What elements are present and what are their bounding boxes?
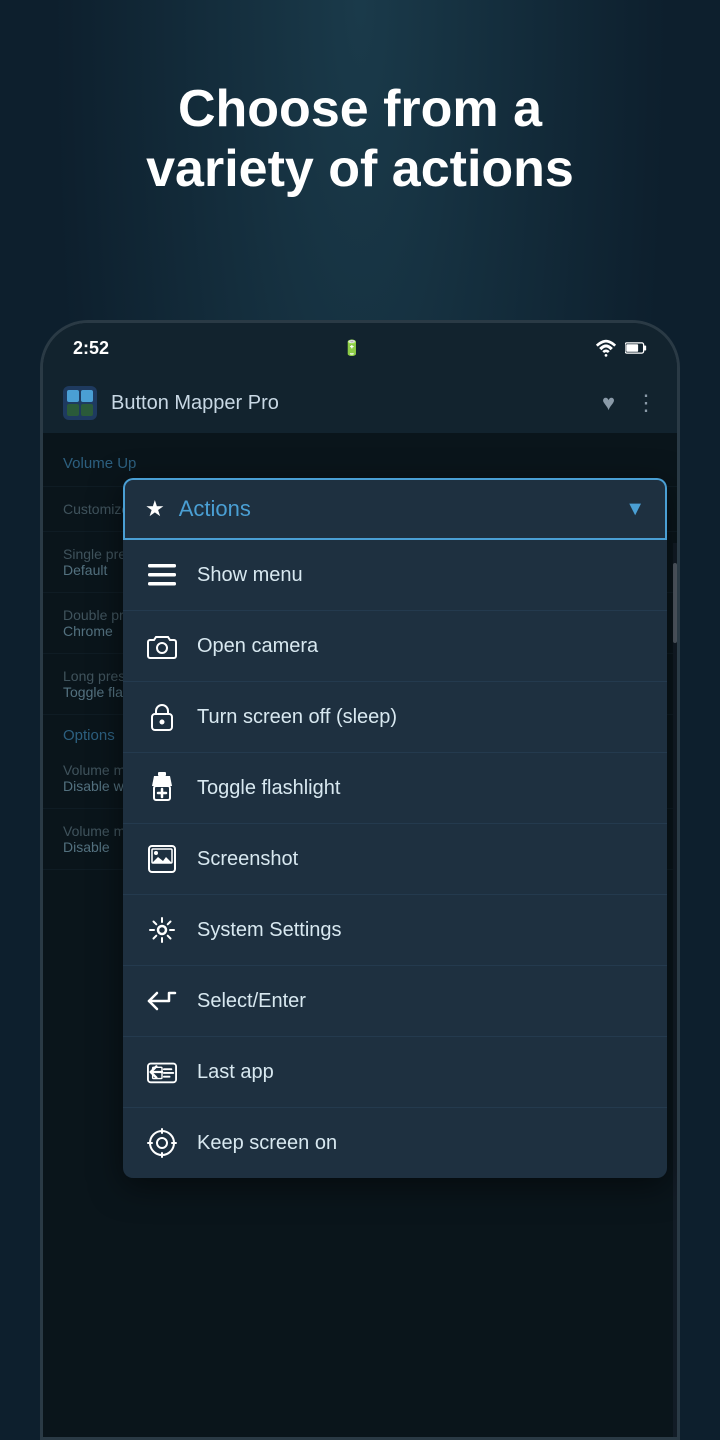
open-camera-label: Open camera	[197, 635, 318, 658]
last-app-label: Last app	[197, 1061, 274, 1084]
star-icon: ★	[145, 496, 165, 522]
menu-item-last-app[interactable]: Last app	[123, 1037, 667, 1108]
chevron-down-icon: ▼	[625, 498, 645, 521]
dropdown-header[interactable]: ★ Actions ▼	[123, 478, 667, 540]
menu-item-show-menu[interactable]: Show menu	[123, 540, 667, 611]
hero-heading: Choose from a variety of actions	[0, 80, 720, 200]
menu-item-select-enter[interactable]: Select/Enter	[123, 966, 667, 1037]
screenshot-icon	[145, 842, 179, 876]
battery-status-icon	[625, 341, 647, 355]
battery-icon: 🔋	[343, 339, 362, 357]
turn-screen-off-label: Turn screen off (sleep)	[197, 706, 397, 729]
screenshot-label: Screenshot	[197, 848, 298, 871]
enter-icon	[145, 984, 179, 1018]
status-time: 2:52	[73, 338, 109, 359]
heart-icon[interactable]: ♥	[602, 390, 615, 416]
hero-line1: Choose from a	[178, 80, 542, 138]
dropdown-menu: ★ Actions ▼ Show menu Ope	[123, 478, 667, 1178]
screen-on-icon	[145, 1126, 179, 1160]
lock-icon	[145, 700, 179, 734]
menu-item-toggle-flashlight[interactable]: Toggle flashlight	[123, 753, 667, 824]
app-icon	[63, 386, 97, 420]
menu-item-turn-screen-off[interactable]: Turn screen off (sleep)	[123, 682, 667, 753]
menu-item-keep-screen-on[interactable]: Keep screen on	[123, 1108, 667, 1178]
hero-line2: variety of actions	[146, 140, 574, 198]
system-settings-label: System Settings	[197, 919, 342, 942]
menu-item-open-camera[interactable]: Open camera	[123, 611, 667, 682]
more-options-icon[interactable]: ⋮	[635, 390, 657, 416]
app-icon-cell	[81, 390, 93, 402]
camera-icon	[145, 629, 179, 663]
phone-frame: 2:52 🔋 Button Mapper Pro ♥	[40, 320, 680, 1440]
last-app-icon	[145, 1055, 179, 1089]
menu-icon	[145, 558, 179, 592]
select-enter-label: Select/Enter	[197, 990, 306, 1013]
menu-item-screenshot[interactable]: Screenshot	[123, 824, 667, 895]
wifi-icon	[595, 339, 617, 357]
keep-screen-on-label: Keep screen on	[197, 1132, 337, 1155]
toggle-flashlight-label: Toggle flashlight	[197, 777, 340, 800]
app-icon-cell	[81, 404, 93, 416]
settings-icon	[145, 913, 179, 947]
status-bar: 2:52 🔋	[43, 323, 677, 373]
flashlight-icon	[145, 771, 179, 805]
dropdown-title: Actions	[179, 496, 611, 522]
app-bar: Button Mapper Pro ♥ ⋮	[43, 373, 677, 433]
app-bar-actions: ♥ ⋮	[602, 390, 657, 416]
status-icons	[595, 339, 647, 357]
show-menu-label: Show menu	[197, 564, 303, 587]
app-icon-cell	[67, 404, 79, 416]
menu-item-system-settings[interactable]: System Settings	[123, 895, 667, 966]
app-title: Button Mapper Pro	[111, 392, 588, 415]
app-icon-cell	[67, 390, 79, 402]
